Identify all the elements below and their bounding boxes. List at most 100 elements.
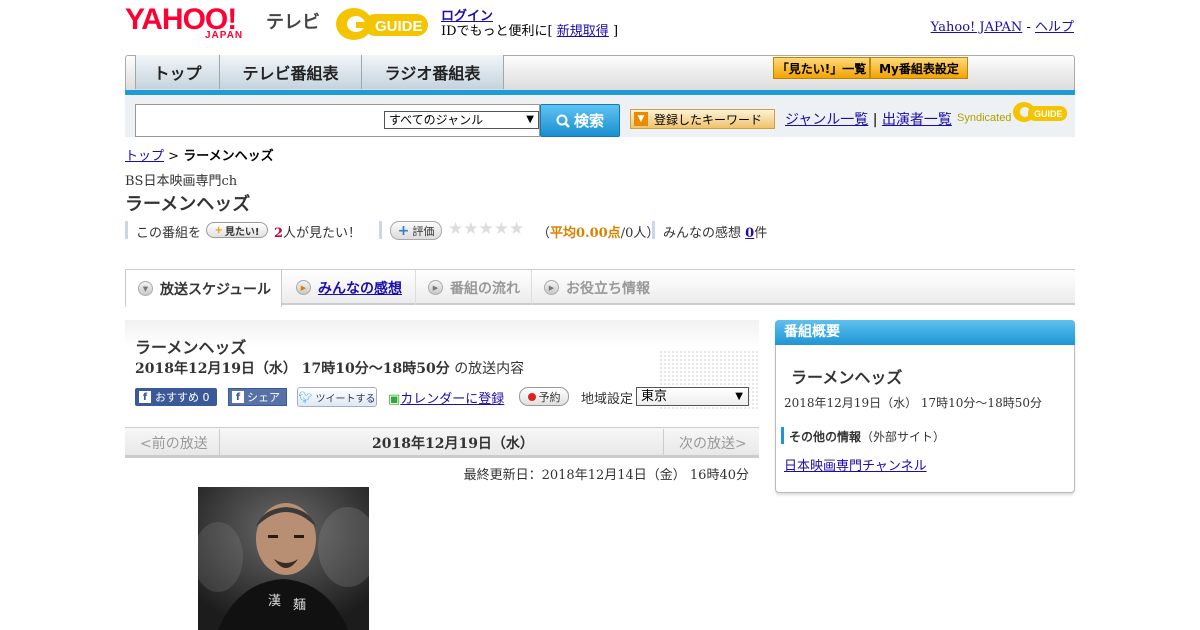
overview-title: ラーメンヘッズ [791, 368, 903, 387]
dropdown-arrow-icon: ▼ [735, 391, 743, 402]
tab-program-flow[interactable]: ▶ 番組の流れ [416, 270, 532, 305]
nav-tab-tv-schedule[interactable]: テレビ番組表 [219, 55, 362, 89]
plus-icon: + [214, 224, 223, 236]
overview-date: 2018年12月19日（水） 17時10分～18時50分 [784, 396, 1042, 410]
impressions-suffix: 件 [754, 226, 768, 241]
genre-links-sep: | [872, 112, 878, 128]
facebook-share-button[interactable]: f シェア [228, 388, 287, 406]
calendar-register: ▣カレンダーに登録 [388, 388, 504, 407]
registered-keyword-button[interactable]: ▼ 登録したキーワード [630, 109, 775, 129]
performer-list-link[interactable]: 出演者一覧 [882, 112, 952, 128]
stat-divider [652, 221, 655, 239]
program-photo: 漢 麺 [198, 487, 369, 630]
breadcrumb: トップ > ラーメンヘッズ [125, 145, 274, 164]
avg-score: 平均0.00点 [550, 226, 621, 241]
login-sub-suffix: ] [612, 24, 619, 39]
login-sub-text: IDでもっと便利に[ 新規取得 ] [441, 20, 618, 39]
external-channel-link[interactable]: 日本映画専門チャンネル [784, 455, 927, 474]
facebook-recommend-button[interactable]: f おすすめ 0 [135, 388, 217, 406]
calendar-register-link[interactable]: カレンダーに登録 [400, 392, 504, 407]
facebook-recommend-label: おすすめ 0 [155, 391, 210, 404]
genre-select-value: すべてのジャンル [389, 113, 484, 127]
rate-button[interactable]: + 評価 [390, 221, 442, 240]
schedule-date: 2018年12月19日（水） 17時10分～18時50分 の放送内容 [135, 358, 524, 378]
avg-open: （ [537, 226, 551, 241]
record-dot-icon [527, 392, 536, 401]
rate-button-label: 評価 [412, 224, 435, 238]
mitai-suffix: 人が見たい！ [283, 226, 362, 241]
twitter-bird-icon: 🐦︎ [298, 390, 313, 404]
my-schedule-settings-button[interactable]: My番組表設定 [870, 57, 968, 79]
login-sub-prefix: IDでもっと便利に[ [441, 24, 553, 39]
gguide-small-logo: GUIDE [1012, 100, 1068, 126]
top-links: Yahoo! JAPAN - ヘルプ [931, 16, 1074, 35]
dropdown-arrow-icon: ▼ [526, 114, 534, 125]
facebook-icon: f [139, 391, 151, 403]
schedule-date-suffix: の放送内容 [454, 361, 525, 377]
genre-select[interactable]: すべてのジャンル ▼ [384, 111, 539, 129]
breadcrumb-sep: > [168, 149, 180, 164]
breadcrumb-top-link[interactable]: トップ [125, 149, 164, 164]
last-updated: 最終更新日：2018年12月14日（金） 16時40分 [463, 468, 749, 483]
signup-link[interactable]: 新規取得 [557, 24, 609, 39]
tab-label: お役立ち情報 [566, 280, 650, 297]
mitai-button[interactable]: + 見たい! [206, 222, 268, 238]
chevron-down-icon: ▼ [138, 281, 153, 296]
mitai-count: 2 [274, 226, 284, 241]
tab-label: 放送スケジュール [160, 281, 272, 298]
channel-name: BS日本映画専門ch [125, 174, 238, 189]
yahoo-japan-link[interactable]: Yahoo! JAPAN [931, 20, 1023, 35]
genre-list-link[interactable]: ジャンル一覧 [785, 112, 868, 128]
svg-text:GUIDE: GUIDE [375, 18, 423, 35]
stat-divider [379, 221, 382, 239]
top-links-sep: - [1026, 20, 1031, 35]
region-select-value: 東京 [641, 389, 668, 404]
nav-tab-radio-schedule[interactable]: ラジオ番組表 [361, 55, 504, 89]
calendar-add-icon: ▣ [388, 392, 401, 407]
tweet-button[interactable]: 🐦︎ ツイートする [297, 387, 377, 407]
breadcrumb-current: ラーメンヘッズ [183, 149, 274, 164]
search-icon [556, 114, 570, 128]
registered-keyword-label: 登録したキーワード [654, 112, 763, 127]
this-program-label: この番組を [136, 226, 202, 241]
broadcast-day: 2018年12月19日（水） [372, 436, 534, 452]
tab-broadcast-schedule[interactable]: ▼ 放送スケジュール [125, 270, 282, 307]
mitai-list-button[interactable]: 「見たい!」一覧 [773, 57, 870, 79]
region-select[interactable]: 東京 ▼ [636, 387, 749, 406]
day-nav-divider [663, 429, 664, 457]
play-icon: ▶ [428, 280, 443, 295]
svg-text:漢: 漢 [268, 594, 281, 609]
other-info-label: その他の情報 [789, 430, 862, 444]
stat-divider [125, 221, 128, 239]
syndicated-label: Syndicated [957, 112, 1012, 124]
reserve-button[interactable]: 予約 [519, 387, 569, 406]
schedule-title: ラーメンヘッズ [135, 338, 247, 357]
dropdown-triangle-icon: ▼ [634, 112, 648, 126]
svg-text:麺: 麺 [293, 598, 306, 613]
tab-impressions[interactable]: ▶ みんなの感想 [284, 270, 416, 305]
next-broadcast-button[interactable]: 次の放送> [679, 433, 747, 453]
nav-tab-top[interactable]: トップ [135, 55, 220, 89]
page-title: ラーメンヘッズ [125, 194, 251, 215]
facebook-icon: f [232, 391, 244, 403]
gguide-logo[interactable]: GUIDE [334, 6, 434, 42]
tab-useful-info[interactable]: ▶ お役立ち情報 [532, 270, 664, 305]
search-button-label: 検索 [573, 112, 604, 130]
other-info-heading: その他の情報（外部サイト） [789, 428, 945, 445]
reserve-label: 予約 [538, 390, 561, 404]
tab-label[interactable]: みんなの感想 [318, 278, 402, 298]
search-button[interactable]: 検索 [540, 104, 620, 137]
overview-header: 番組概要 [775, 320, 1075, 345]
mitai-button-label: 見たい! [224, 226, 260, 238]
region-label: 地域設定 [581, 392, 634, 407]
play-icon: ▶ [296, 280, 311, 295]
prev-broadcast-button[interactable]: <前の放送 [140, 433, 208, 453]
svg-text:GUIDE: GUIDE [1034, 109, 1063, 119]
tv-logo-text: テレビ [266, 12, 320, 33]
help-link[interactable]: ヘルプ [1035, 20, 1074, 35]
schedule-date-time: 2018年12月19日（水） 17時10分～18時50分 [135, 361, 450, 377]
other-info-note: （外部サイト） [861, 430, 946, 444]
yahoo-japan-logo-text: JAPAN [205, 30, 244, 41]
facebook-share-label: シェア [247, 391, 280, 404]
impressions-count-link[interactable]: 0 [745, 226, 754, 241]
